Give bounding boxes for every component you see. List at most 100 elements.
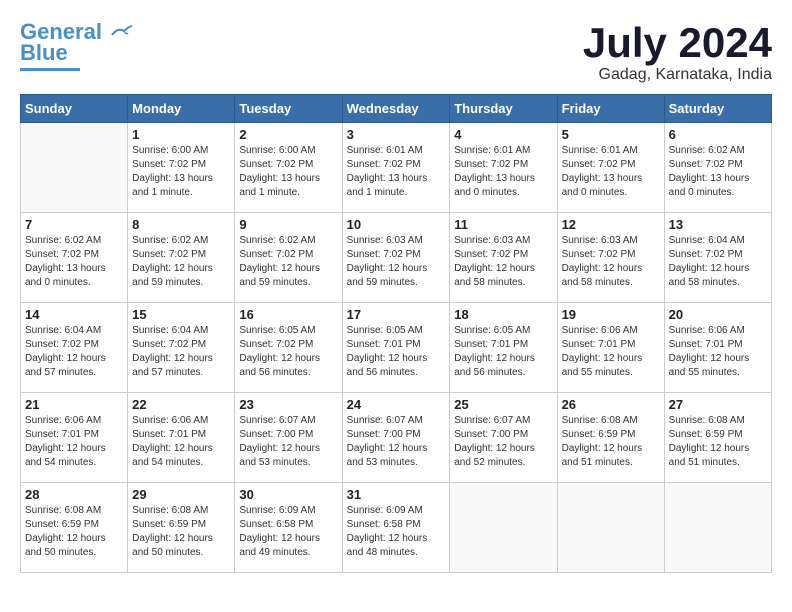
day-number: 11 [454, 217, 552, 232]
calendar-week-row: 28 Sunrise: 6:08 AMSunset: 6:59 PMDayligh… [21, 483, 772, 573]
day-number: 26 [562, 397, 660, 412]
day-number: 19 [562, 307, 660, 322]
day-number: 22 [132, 397, 230, 412]
day-info: Sunrise: 6:01 AMSunset: 7:02 PMDaylight:… [562, 144, 660, 200]
calendar-cell: 15Sunrise: 6:04 AMSunset: 7:02 PMDayligh… [128, 303, 235, 393]
calendar-cell: 10 Sunrise: 6:03 AMSunset: 7:02 PMDayligh… [342, 213, 450, 303]
day-info: Sunrise: 6:09 AMSunset: 6:58 PMDaylight:… [239, 504, 337, 560]
header-tuesday: Tuesday [235, 95, 342, 123]
day-info: Sunrise: 6:04 AMSunset: 7:02 PMDaylight:… [669, 234, 767, 290]
calendar-cell: 21 Sunrise: 6:06 AMSunset: 7:01 PMDayligh… [21, 393, 128, 483]
day-info: Sunrise: 6:01 AMSunset: 7:02 PMDaylight:… [347, 144, 446, 200]
calendar-cell: 18 Sunrise: 6:05 AMSunset: 7:01 PMDayligh… [450, 303, 557, 393]
day-info: Sunrise: 6:02 AMSunset: 7:02 PMDaylight:… [25, 234, 123, 290]
day-number: 2 [239, 127, 337, 142]
day-number: 6 [669, 127, 767, 142]
calendar-cell: 30 Sunrise: 6:09 AMSunset: 6:58 PMDayligh… [235, 483, 342, 573]
title-block: July 2024 Gadag, Karnataka, India [583, 20, 772, 84]
calendar-cell: 29Sunrise: 6:08 AMSunset: 6:59 PMDayligh… [128, 483, 235, 573]
day-number: 13 [669, 217, 767, 232]
calendar-cell: 26 Sunrise: 6:08 AMSunset: 6:59 PMDayligh… [557, 393, 664, 483]
calendar-cell: 25 Sunrise: 6:07 AMSunset: 7:00 PMDayligh… [450, 393, 557, 483]
day-number: 8 [132, 217, 230, 232]
day-number: 20 [669, 307, 767, 322]
day-number: 17 [347, 307, 446, 322]
day-info: Sunrise: 6:07 AMSunset: 7:00 PMDaylight:… [454, 414, 552, 470]
calendar-cell: 19 Sunrise: 6:06 AMSunset: 7:01 PMDayligh… [557, 303, 664, 393]
day-number: 27 [669, 397, 767, 412]
calendar-cell: 12 Sunrise: 6:03 AMSunset: 7:02 PMDayligh… [557, 213, 664, 303]
day-number: 4 [454, 127, 552, 142]
day-info: Sunrise: 6:05 AMSunset: 7:02 PMDaylight:… [239, 324, 337, 380]
calendar-cell [557, 483, 664, 573]
calendar-cell: 1 Sunrise: 6:00 AMSunset: 7:02 PMDaylight… [128, 123, 235, 213]
calendar-cell: 5 Sunrise: 6:01 AMSunset: 7:02 PMDaylight… [557, 123, 664, 213]
month-title: July 2024 [583, 20, 772, 66]
day-info: Sunrise: 6:06 AMSunset: 7:01 PMDaylight:… [132, 414, 230, 470]
day-number: 23 [239, 397, 337, 412]
day-info: Sunrise: 6:00 AMSunset: 7:02 PMDaylight:… [239, 144, 337, 200]
day-number: 7 [25, 217, 123, 232]
day-number: 28 [25, 487, 123, 502]
day-number: 15 [132, 307, 230, 322]
calendar-cell: 22 Sunrise: 6:06 AMSunset: 7:01 PMDayligh… [128, 393, 235, 483]
day-info: Sunrise: 6:03 AMSunset: 7:02 PMDaylight:… [562, 234, 660, 290]
day-info: Sunrise: 6:06 AMSunset: 7:01 PMDaylight:… [25, 414, 123, 470]
day-info: Sunrise: 6:08 AMSunset: 6:59 PMDaylight:… [669, 414, 767, 470]
day-number: 31 [347, 487, 446, 502]
calendar-cell: 2 Sunrise: 6:00 AMSunset: 7:02 PMDaylight… [235, 123, 342, 213]
day-info: Sunrise: 6:03 AMSunset: 7:02 PMDaylight:… [454, 234, 552, 290]
logo-blue-text: Blue [20, 40, 68, 66]
day-info: Sunrise: 6:07 AMSunset: 7:00 PMDaylight:… [239, 414, 337, 470]
day-number: 25 [454, 397, 552, 412]
day-number: 18 [454, 307, 552, 322]
day-info: Sunrise: 6:06 AMSunset: 7:01 PMDaylight:… [562, 324, 660, 380]
header-monday: Monday [128, 95, 235, 123]
day-info: Sunrise: 6:07 AMSunset: 7:00 PMDaylight:… [347, 414, 446, 470]
calendar-cell: 11 Sunrise: 6:03 AMSunset: 7:02 PMDayligh… [450, 213, 557, 303]
calendar-cell: 24Sunrise: 6:07 AMSunset: 7:00 PMDayligh… [342, 393, 450, 483]
location: Gadag, Karnataka, India [583, 66, 772, 84]
day-info: Sunrise: 6:05 AMSunset: 7:01 PMDaylight:… [347, 324, 446, 380]
page-header: General Blue July 2024 Gadag, Karnataka,… [20, 20, 772, 84]
day-number: 10 [347, 217, 446, 232]
day-number: 5 [562, 127, 660, 142]
calendar-cell: 28 Sunrise: 6:08 AMSunset: 6:59 PMDayligh… [21, 483, 128, 573]
day-info: Sunrise: 6:02 AMSunset: 7:02 PMDaylight:… [239, 234, 337, 290]
calendar-cell: 3 Sunrise: 6:01 AMSunset: 7:02 PMDaylight… [342, 123, 450, 213]
day-info: Sunrise: 6:02 AMSunset: 7:02 PMDaylight:… [132, 234, 230, 290]
calendar-cell: 17 Sunrise: 6:05 AMSunset: 7:01 PMDayligh… [342, 303, 450, 393]
calendar-week-row: 7 Sunrise: 6:02 AMSunset: 7:02 PMDaylight… [21, 213, 772, 303]
header-sunday: Sunday [21, 95, 128, 123]
header-saturday: Saturday [664, 95, 771, 123]
header-thursday: Thursday [450, 95, 557, 123]
calendar-cell: 7 Sunrise: 6:02 AMSunset: 7:02 PMDaylight… [21, 213, 128, 303]
calendar-table: SundayMondayTuesdayWednesdayThursdayFrid… [20, 94, 772, 573]
day-info: Sunrise: 6:06 AMSunset: 7:01 PMDaylight:… [669, 324, 767, 380]
calendar-header-row: SundayMondayTuesdayWednesdayThursdayFrid… [21, 95, 772, 123]
calendar-cell: 20 Sunrise: 6:06 AMSunset: 7:01 PMDayligh… [664, 303, 771, 393]
day-info: Sunrise: 6:03 AMSunset: 7:02 PMDaylight:… [347, 234, 446, 290]
calendar-week-row: 21 Sunrise: 6:06 AMSunset: 7:01 PMDayligh… [21, 393, 772, 483]
day-info: Sunrise: 6:08 AMSunset: 6:59 PMDaylight:… [25, 504, 123, 560]
day-info: Sunrise: 6:09 AMSunset: 6:58 PMDaylight:… [347, 504, 446, 560]
calendar-week-row: 1 Sunrise: 6:00 AMSunset: 7:02 PMDaylight… [21, 123, 772, 213]
day-number: 21 [25, 397, 123, 412]
calendar-cell: 9 Sunrise: 6:02 AMSunset: 7:02 PMDaylight… [235, 213, 342, 303]
day-number: 12 [562, 217, 660, 232]
logo-bird-icon [110, 25, 132, 41]
calendar-cell [664, 483, 771, 573]
day-info: Sunrise: 6:00 AMSunset: 7:02 PMDaylight:… [132, 144, 230, 200]
day-number: 1 [132, 127, 230, 142]
day-number: 3 [347, 127, 446, 142]
calendar-cell: 6 Sunrise: 6:02 AMSunset: 7:02 PMDaylight… [664, 123, 771, 213]
calendar-cell [450, 483, 557, 573]
calendar-cell: 4 Sunrise: 6:01 AMSunset: 7:02 PMDaylight… [450, 123, 557, 213]
day-info: Sunrise: 6:02 AMSunset: 7:02 PMDaylight:… [669, 144, 767, 200]
day-info: Sunrise: 6:08 AMSunset: 6:59 PMDaylight:… [562, 414, 660, 470]
day-number: 30 [239, 487, 337, 502]
day-info: Sunrise: 6:01 AMSunset: 7:02 PMDaylight:… [454, 144, 552, 200]
day-info: Sunrise: 6:05 AMSunset: 7:01 PMDaylight:… [454, 324, 552, 380]
day-number: 29 [132, 487, 230, 502]
day-number: 9 [239, 217, 337, 232]
